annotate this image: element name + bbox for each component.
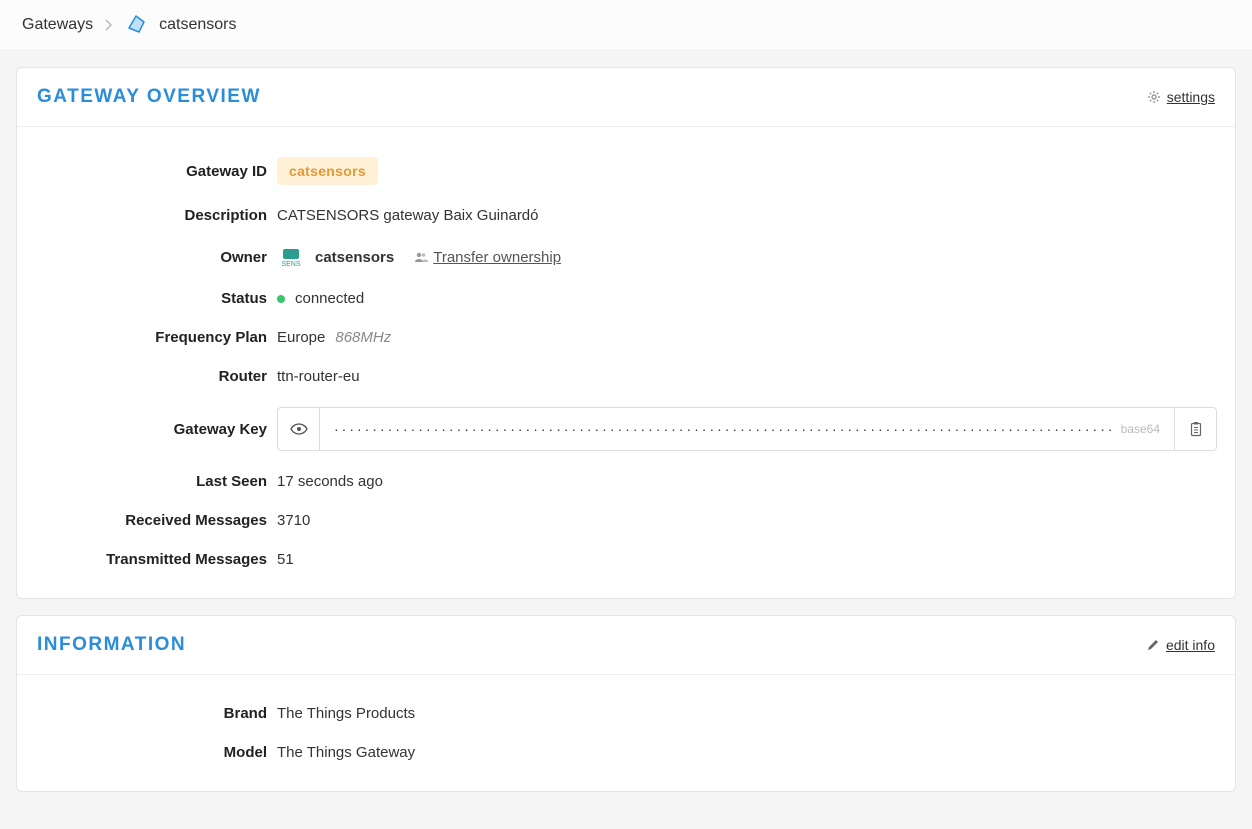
clipboard-icon xyxy=(1189,421,1203,437)
gateway-icon xyxy=(125,14,147,36)
information-card: INFORMATION edit info Brand The Things P… xyxy=(16,615,1236,792)
breadcrumb: Gateways catsensors xyxy=(0,0,1252,51)
chevron-right-icon xyxy=(105,19,113,31)
gear-icon xyxy=(1147,90,1161,104)
label-gateway-id: Gateway ID xyxy=(37,163,277,180)
copy-key-button[interactable] xyxy=(1174,408,1216,450)
status-dot-icon xyxy=(277,295,285,303)
gateway-key-masked: ········································… xyxy=(334,421,1113,437)
value-frequency-plan: Europe xyxy=(277,329,325,346)
value-frequency-mhz: 868MHz xyxy=(335,329,391,346)
label-description: Description xyxy=(37,207,277,224)
owner-name: catsensors xyxy=(315,249,394,266)
svg-text:SENS: SENS xyxy=(281,261,300,268)
reveal-key-button[interactable] xyxy=(278,408,320,450)
settings-action[interactable]: settings xyxy=(1147,89,1215,105)
information-header: INFORMATION edit info xyxy=(17,616,1235,675)
overview-body: Gateway ID catsensors Description CATSEN… xyxy=(17,127,1235,598)
overview-header: GATEWAY OVERVIEW settings xyxy=(17,68,1235,127)
overview-title: GATEWAY OVERVIEW xyxy=(37,86,261,108)
value-brand: The Things Products xyxy=(277,705,415,722)
label-owner: Owner xyxy=(37,249,277,266)
value-transmitted: 51 xyxy=(277,551,294,568)
label-brand: Brand xyxy=(37,705,277,722)
pencil-icon xyxy=(1146,638,1160,652)
value-last-seen: 17 seconds ago xyxy=(277,473,383,490)
label-transmitted: Transmitted Messages xyxy=(37,551,277,568)
value-router: ttn-router-eu xyxy=(277,368,360,385)
label-last-seen: Last Seen xyxy=(37,473,277,490)
label-router: Router xyxy=(37,368,277,385)
value-model: The Things Gateway xyxy=(277,744,415,761)
settings-link[interactable]: settings xyxy=(1167,89,1215,105)
value-description: CATSENSORS gateway Baix Guinardó xyxy=(277,207,539,224)
gateway-id-badge: catsensors xyxy=(277,157,378,185)
edit-info-link[interactable]: edit info xyxy=(1166,637,1215,653)
label-status: Status xyxy=(37,290,277,307)
label-received: Received Messages xyxy=(37,512,277,529)
information-body: Brand The Things Products Model The Thin… xyxy=(17,675,1235,791)
label-model: Model xyxy=(37,744,277,761)
transfer-ownership-link[interactable]: Transfer ownership xyxy=(433,249,561,266)
label-frequency-plan: Frequency Plan xyxy=(37,329,277,346)
value-received: 3710 xyxy=(277,512,310,529)
label-gateway-key: Gateway Key xyxy=(37,421,277,438)
owner-avatar: SENS xyxy=(277,246,305,268)
eye-icon xyxy=(290,423,308,435)
breadcrumb-root-link[interactable]: Gateways xyxy=(22,16,93,34)
edit-info-action[interactable]: edit info xyxy=(1146,637,1215,653)
information-title: INFORMATION xyxy=(37,634,186,656)
users-icon xyxy=(414,251,428,263)
overview-card: GATEWAY OVERVIEW settings Gateway ID cat… xyxy=(16,67,1236,599)
value-status: connected xyxy=(295,290,364,307)
breadcrumb-current: catsensors xyxy=(159,16,236,34)
gateway-key-encoding: base64 xyxy=(1121,422,1160,436)
gateway-key-box: ········································… xyxy=(277,407,1217,451)
